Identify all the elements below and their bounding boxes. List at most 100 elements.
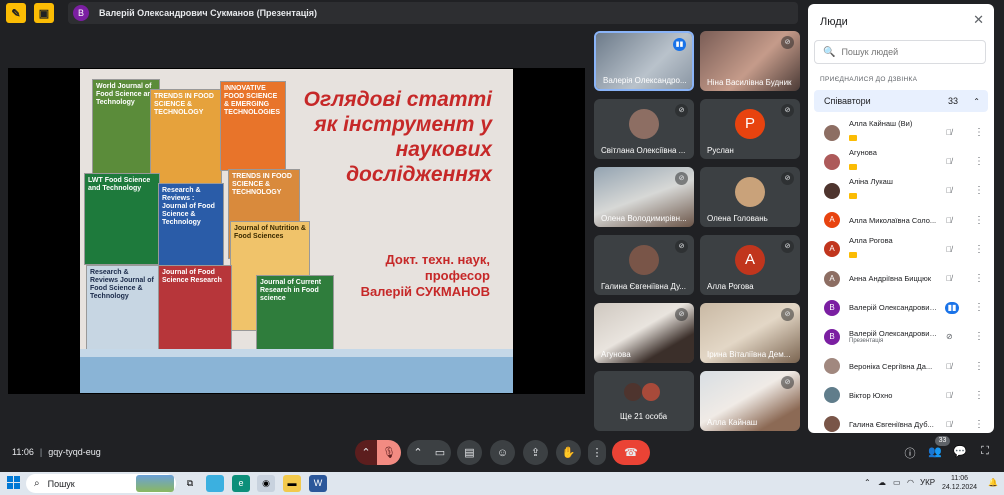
chevron-up-icon[interactable]: ⌃ (973, 97, 980, 106)
file-explorer-icon[interactable]: ▬ (283, 475, 301, 492)
copilot-icon[interactable] (206, 475, 224, 492)
participant-tile[interactable]: ⊘ Агунова (594, 303, 694, 363)
battery-icon[interactable]: ▭ (893, 478, 901, 487)
word-icon[interactable]: W (309, 475, 327, 492)
participant-tile[interactable]: ⊘ Алла Кайнаш (700, 371, 800, 431)
taskbar-widget-image[interactable] (136, 475, 174, 492)
emoji-button[interactable]: ☺ (490, 440, 515, 465)
more-options-icon[interactable]: ⋮ (974, 215, 984, 226)
people-search[interactable]: 🔍 (814, 40, 986, 64)
activities-icon[interactable]: ⛶ (977, 445, 993, 458)
more-options-icon[interactable]: ⋮ (974, 331, 984, 342)
mic-off-icon[interactable]: 🎙̸ (946, 274, 952, 283)
mic-off-icon: ⊘ (675, 104, 688, 117)
participant-tile[interactable]: Р ⊘ Руслан (700, 99, 800, 159)
camera-toggle-button[interactable]: ▭ (429, 440, 451, 465)
search-input[interactable] (841, 47, 982, 57)
more-options-icon[interactable]: ⋮ (974, 302, 984, 313)
participant-row[interactable]: А Анна Андріївна Биццюк 🎙̸ ⋮ (814, 264, 988, 293)
participant-row[interactable]: Аліна Лукаш 🎙̸ ⋮ (814, 176, 988, 205)
people-icon[interactable]: 👥 (927, 445, 943, 458)
captions-button[interactable]: ▤ (457, 440, 482, 465)
tray-chevron-icon[interactable]: ⌃ (864, 478, 871, 487)
participant-row[interactable]: В Валерій Олександрович... Презентація ⊘ ⋮ (814, 322, 988, 351)
participant-row[interactable]: А Алла Миколаївна Соло... 🎙̸ ⋮ (814, 206, 988, 235)
more-options-icon[interactable]: ⋮ (974, 127, 984, 138)
participant-tile[interactable]: ⊘ Галина Євгеніївна Ду... (594, 235, 694, 295)
participant-tile[interactable]: ▮▮ Валерія Олександро... (594, 31, 694, 91)
close-icon[interactable]: ✕ (973, 12, 984, 28)
chrome-icon[interactable]: ◉ (257, 475, 275, 492)
present-button[interactable]: ⇪ (523, 440, 548, 465)
pin-icon[interactable]: ✎ (6, 3, 26, 23)
wifi-icon[interactable]: ◠ (907, 478, 914, 487)
mic-off-icon: ⊘ (781, 104, 794, 117)
participant-info: Вероніка Сергіївна Да... (849, 362, 937, 371)
participant-row[interactable]: В Валерій Олександрович... ▮▮ ⋮ (814, 293, 988, 322)
participant-row[interactable]: А Алла Рогова 🎙̸ ⋮ (814, 235, 988, 264)
mic-off-icon: ⊘ (675, 240, 688, 253)
avatar (824, 358, 840, 375)
participant-tile[interactable]: А ⊘ Алла Рогова (700, 235, 800, 295)
more-options-icon[interactable]: ⋮ (974, 390, 984, 401)
participant-row[interactable]: Агунова 🎙̸ ⋮ (814, 147, 988, 176)
notification-icon[interactable]: 🔔 (988, 478, 998, 487)
avatar (824, 387, 840, 404)
language-indicator[interactable]: УКР (920, 478, 935, 487)
mic-off-icon[interactable]: 🎙̸ (946, 216, 952, 225)
mic-toggle-button[interactable]: 🎙 (377, 440, 401, 465)
journal-cover: LWT Food Science and Technology (84, 173, 160, 265)
speaking-icon[interactable]: ▮▮ (945, 301, 959, 314)
participant-tile[interactable]: ⊘ Олена Головань (700, 167, 800, 227)
avatar: А (824, 212, 840, 229)
cohost-badge-icon (849, 251, 857, 258)
more-options-icon[interactable]: ⋮ (974, 156, 984, 167)
system-clock[interactable]: 11:06 24.12.2024 (942, 474, 977, 492)
chat-icon[interactable]: 💬 (952, 445, 968, 458)
leave-call-button[interactable]: ☎ (612, 440, 650, 465)
mic-options-button[interactable]: ⌃ (355, 440, 377, 465)
participant-info: Галина Євгеніївна Дуб... (849, 420, 937, 429)
participant-row[interactable]: Алла Кайнаш (Ви) 🎙̸ ⋮ (814, 118, 988, 147)
participant-row[interactable]: Віктор Юхно 🎙̸ ⋮ (814, 381, 988, 410)
mic-off-icon[interactable]: 🎙̸ (946, 245, 952, 254)
more-options-icon[interactable]: ⋮ (974, 273, 984, 284)
camera-options-button[interactable]: ⌃ (407, 440, 429, 465)
participant-info: Алла Миколаївна Соло... (849, 216, 937, 225)
edge-icon[interactable]: e (232, 475, 250, 492)
more-options-button[interactable]: ⋮ (588, 440, 606, 465)
mic-off-icon[interactable]: 🎙̸ (946, 362, 952, 371)
mic-off-icon[interactable]: 🎙̸ (946, 186, 952, 195)
present-icon[interactable]: ▣ (34, 3, 54, 23)
participant-tile[interactable]: ⊘ Ніна Василівна Будник (700, 31, 800, 91)
task-view-icon[interactable]: ⧉ (181, 475, 199, 492)
more-participants-tile[interactable]: Ще 21 особа (594, 371, 694, 431)
windows-start-icon[interactable] (7, 476, 21, 490)
participant-tile[interactable]: ⊘ Ірина Віталіївна Дем... (700, 303, 800, 363)
presenter-title: Валерій Олександрович Сукманов (Презента… (99, 8, 318, 18)
mic-off-icon[interactable]: 🎙̸ (946, 391, 952, 400)
participant-info: Валерій Олександрович... Презентація (849, 329, 937, 344)
mic-off-icon[interactable]: 🎙̸ (946, 157, 952, 166)
section-label: ПРИЄДНАЛИСЯ ДО ДЗВІНКА (820, 76, 918, 83)
info-icon[interactable]: ⓘ (902, 445, 918, 461)
mic-off-icon[interactable]: ⊘ (946, 332, 953, 341)
participant-row[interactable]: Вероніка Сергіївна Да... 🎙̸ ⋮ (814, 352, 988, 381)
more-options-icon[interactable]: ⋮ (974, 244, 984, 255)
participant-name: Алла Кайнаш (Ви) (849, 119, 913, 129)
more-options-icon[interactable]: ⋮ (974, 361, 984, 372)
raise-hand-button[interactable]: ✋ (556, 440, 581, 465)
mic-off-icon[interactable]: 🎙̸ (946, 420, 952, 429)
mic-off-icon[interactable]: 🎙̸ (946, 128, 952, 137)
presenter-title-bar: В Валерій Олександрович Сукманов (Презен… (68, 2, 798, 24)
more-options-icon[interactable]: ⋮ (974, 419, 984, 430)
search-icon: ⌕ (34, 478, 40, 489)
group-header[interactable]: Співавтори 33 ⌃ (814, 90, 988, 112)
participant-info: Віктор Юхно (849, 391, 937, 400)
participant-row[interactable]: Галина Євгеніївна Дуб... 🎙̸ ⋮ (814, 410, 988, 433)
participant-tile[interactable]: ⊘ Олена Володимирівн... (594, 167, 694, 227)
cloud-icon[interactable]: ☁ (878, 478, 886, 487)
more-options-icon[interactable]: ⋮ (974, 185, 984, 196)
meeting-time: 11:06 (12, 447, 34, 457)
participant-tile[interactable]: ⊘ Світлана Олексіївна ... (594, 99, 694, 159)
